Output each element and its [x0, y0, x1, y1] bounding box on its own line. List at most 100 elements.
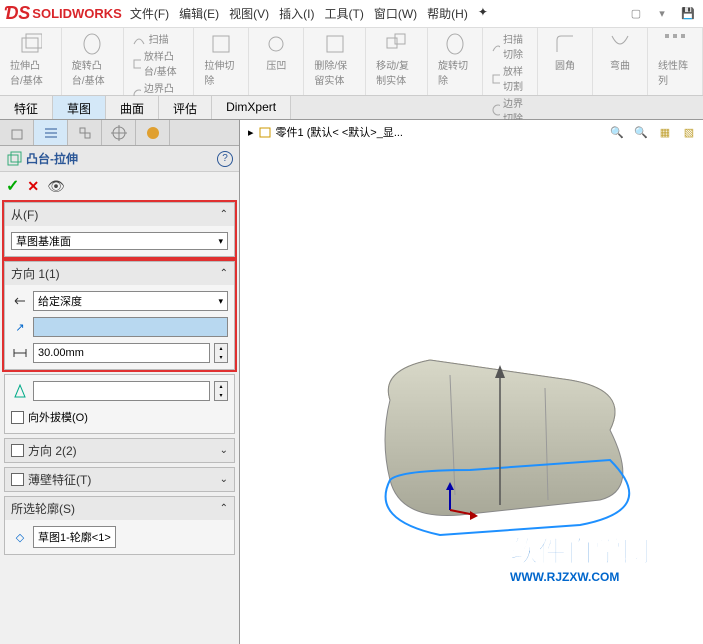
menu-file[interactable]: 文件(F) [130, 5, 169, 22]
ribbon-revolve-boss[interactable]: 旋转凸台/基体 [68, 30, 117, 89]
draft-input[interactable] [33, 381, 210, 401]
from-header[interactable]: 从(F) ⌃ [5, 203, 234, 226]
list-icon [43, 125, 59, 141]
cancel-button[interactable]: ✕ [27, 178, 39, 195]
ribbon: 拉伸凸台/基体 旋转凸台/基体 扫描 放样凸台/基体 边界凸台/基体 拉伸切除 … [0, 28, 703, 96]
panel-tab-dim[interactable] [102, 120, 136, 145]
view-orient-icon[interactable]: ▦ [655, 122, 675, 142]
direction2-checkbox[interactable] [11, 444, 24, 457]
help-icon[interactable]: ? [217, 151, 233, 167]
ribbon-sweep-cut[interactable]: 扫描切除 [489, 30, 531, 62]
draft-outward-label: 向外拔模(O) [28, 409, 88, 425]
config-icon [77, 125, 93, 141]
menu-edit[interactable]: 编辑(E) [179, 5, 219, 22]
zoom-area-icon[interactable]: 🔍 [631, 122, 651, 142]
tab-dimxpert[interactable]: DimXpert [212, 96, 291, 119]
thin-section: 薄壁特征(T) ⌄ [4, 467, 235, 492]
new-icon[interactable]: ▢ [625, 3, 647, 25]
expand-icon: ⌄ [220, 445, 228, 456]
feature-actions: ✓ ✕ 👁 [0, 172, 239, 200]
extrude-cut-icon [209, 32, 233, 56]
preview-button[interactable]: 👁 [47, 178, 65, 195]
panel-tab-feature[interactable] [0, 120, 34, 145]
feature-title: 凸台-拉伸 [26, 150, 78, 167]
zoom-fit-icon[interactable]: 🔍 [607, 122, 627, 142]
direction-arrow-icon[interactable]: ↗ [11, 318, 29, 336]
panel-tab-config[interactable] [68, 120, 102, 145]
menu-search-icon[interactable]: ✦ [478, 5, 488, 22]
ribbon-move-copy[interactable]: 移动/复制实体 [372, 30, 421, 89]
ribbon-loft[interactable]: 放样凸台/基体 [130, 47, 188, 79]
logo-text: SOLIDWORKS [32, 6, 122, 21]
sweep-icon [132, 32, 146, 46]
direction-vector-input[interactable] [33, 317, 228, 337]
graphics-viewport[interactable]: ▸ 零件1 (默认< <默认>_显... 🔍 🔍 ▦ ▧ [240, 120, 703, 644]
watermark: 软件自学网 WWW.RJZXW.COM [510, 530, 650, 584]
thin-header[interactable]: 薄壁特征(T) ⌄ [5, 468, 234, 491]
panel-tabs [0, 120, 239, 146]
menu-window[interactable]: 窗口(W) [374, 5, 417, 22]
ribbon-chamfer[interactable]: 弯曲 [599, 30, 641, 74]
chamfer-icon [608, 32, 632, 56]
revolve-cut-icon [443, 32, 467, 56]
ribbon-linear-pattern[interactable]: 线性阵列 [654, 30, 696, 89]
extrude-boss-icon [18, 32, 42, 56]
main-area: 凸台-拉伸 ? ✓ ✕ 👁 从(F) ⌃ 草图基准面 方向 1(1) ⌃ [0, 120, 703, 644]
reverse-direction-icon[interactable] [11, 292, 29, 310]
draft-icon[interactable] [11, 382, 29, 400]
crosshair-icon [111, 125, 127, 141]
open-icon[interactable]: ▾ [651, 3, 673, 25]
display-style-icon[interactable]: ▧ [679, 122, 699, 142]
ribbon-delete-keep[interactable]: 删除/保留实体 [310, 30, 359, 89]
ok-button[interactable]: ✓ [6, 176, 19, 196]
linear-pattern-icon [663, 32, 687, 56]
depth-input[interactable]: 30.00mm [33, 343, 210, 363]
menu-view[interactable]: 视图(V) [229, 5, 269, 22]
contour-list[interactable]: 草图1-轮廓<1> [33, 526, 116, 548]
ribbon-loft-cut[interactable]: 放样切割 [489, 62, 531, 94]
thin-checkbox[interactable] [11, 473, 24, 486]
collapse-icon: ⌃ [220, 209, 228, 220]
feature-tabs: 特征 草图 曲面 评估 DimXpert [0, 96, 703, 120]
expand-icon: ⌄ [220, 474, 228, 485]
tab-feature[interactable]: 特征 [0, 96, 53, 119]
loft-icon [132, 56, 141, 70]
depth-spinner[interactable]: ▴▾ [214, 343, 228, 363]
draft-outward-checkbox[interactable] [11, 411, 24, 424]
part-icon [258, 125, 272, 139]
end-condition-select[interactable]: 给定深度 [33, 291, 228, 311]
feature-title-bar: 凸台-拉伸 ? [0, 146, 239, 172]
ribbon-extrude-boss[interactable]: 拉伸凸台/基体 [6, 30, 55, 89]
tab-evaluate[interactable]: 评估 [159, 96, 212, 119]
direction1-section: 方向 1(1) ⌃ 给定深度 ↗ 30.00mm ▴▾ [4, 261, 235, 370]
sphere-icon [145, 125, 161, 141]
ribbon-fillet[interactable]: 圆角 [544, 30, 586, 74]
contour-icon: ◇ [11, 528, 29, 546]
ribbon-sweep[interactable]: 扫描 [130, 30, 188, 47]
menu-help[interactable]: 帮助(H) [427, 5, 468, 22]
draft-spinner[interactable]: ▴▾ [214, 381, 228, 401]
draft-section: ▴▾ 向外拔模(O) [4, 374, 235, 434]
logo-ds-icon: ƊS [4, 3, 30, 24]
save-icon[interactable]: 💾 [677, 3, 699, 25]
feature-breadcrumb[interactable]: ▸ 零件1 (默认< <默认>_显... [248, 124, 403, 140]
collapse-icon: ⌃ [220, 268, 228, 279]
menu-insert[interactable]: 插入(I) [279, 5, 314, 22]
part-name: 零件1 (默认< <默认>_显... [276, 124, 403, 140]
menu-tools[interactable]: 工具(T) [325, 5, 364, 22]
tab-sketch[interactable]: 草图 [53, 96, 106, 119]
expand-tree-icon[interactable]: ▸ [248, 126, 254, 139]
revolve-boss-icon [80, 32, 104, 56]
ribbon-extrude-cut[interactable]: 拉伸切除 [200, 30, 242, 89]
watermark-url: WWW.RJZXW.COM [510, 570, 650, 584]
panel-tab-appearance[interactable] [136, 120, 170, 145]
contour-header[interactable]: 所选轮廓(S) ⌃ [5, 497, 234, 520]
ribbon-hole[interactable]: 压凹 [255, 30, 297, 74]
direction2-header[interactable]: 方向 2(2) ⌄ [5, 439, 234, 462]
direction1-header[interactable]: 方向 1(1) ⌃ [5, 262, 234, 285]
collapse-icon: ⌃ [220, 503, 228, 514]
ribbon-revolve-cut[interactable]: 旋转切除 [434, 30, 476, 89]
tab-surface[interactable]: 曲面 [106, 96, 159, 119]
from-select[interactable]: 草图基准面 [11, 232, 228, 250]
panel-tab-property[interactable] [34, 120, 68, 145]
